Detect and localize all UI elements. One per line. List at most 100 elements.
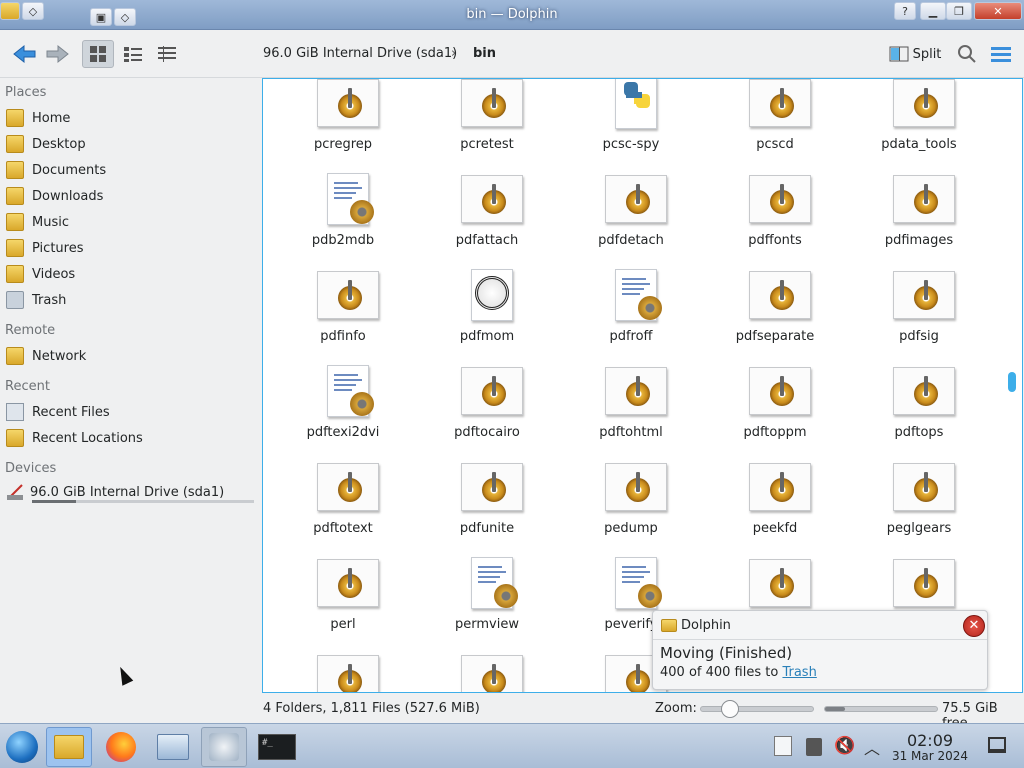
sidebar-item-downloads[interactable]: Downloads [6, 185, 103, 207]
file-item[interactable]: pdfmom [417, 267, 557, 363]
close-button[interactable]: ✕ [974, 2, 1022, 20]
taskbar-dolphin[interactable] [201, 727, 247, 767]
devices-heading: Devices [5, 461, 57, 476]
recent-locations-icon [6, 429, 24, 447]
clock-time[interactable]: 02:09 [892, 731, 968, 750]
executable-icon [887, 171, 955, 227]
maximize-button[interactable]: ❐ [946, 2, 972, 20]
forward-button[interactable] [42, 40, 74, 68]
scrollbar-thumb[interactable] [1008, 372, 1016, 392]
file-name: pdata_tools [881, 137, 957, 152]
notification-divider [653, 639, 987, 640]
file-item[interactable]: pdftocairo [417, 363, 557, 459]
volume-muted-icon[interactable]: 🔇 [834, 736, 855, 756]
trash-link[interactable]: Trash [782, 665, 816, 680]
notification-popup[interactable]: Dolphin ✕ Moving (Finished) 400 of 400 f… [652, 610, 988, 690]
taskbar-settings[interactable] [150, 727, 196, 767]
executable-icon [599, 363, 667, 419]
file-item[interactable]: pdftoppm [705, 363, 845, 459]
help-button[interactable]: ? [894, 2, 916, 20]
documents-folder-icon [6, 161, 24, 179]
file-name: peglgears [886, 521, 952, 536]
file-name: pdfattach [455, 233, 519, 248]
file-item[interactable]: pdfinfo [273, 267, 413, 363]
file-item[interactable] [417, 651, 557, 692]
file-item[interactable] [273, 651, 413, 692]
file-item[interactable]: pcretest [417, 79, 557, 171]
taskbar-file-manager[interactable] [46, 727, 92, 767]
tray-expand-icon[interactable]: ︿ [864, 735, 880, 759]
executable-icon [887, 459, 955, 515]
sidebar-item-recent-locations[interactable]: Recent Locations [6, 427, 143, 449]
file-item[interactable]: permview [417, 555, 557, 651]
sidebar-item-label: Videos [32, 266, 76, 282]
start-button[interactable] [0, 727, 44, 767]
back-button[interactable] [8, 40, 40, 68]
file-item[interactable]: pdfattach [417, 171, 557, 267]
sidebar-item-documents[interactable]: Documents [6, 159, 106, 181]
file-item[interactable]: pdftotext [273, 459, 413, 555]
file-name: pdfsig [899, 329, 939, 344]
sidebar-item-home[interactable]: Home [6, 107, 70, 129]
split-button[interactable]: Split [886, 40, 944, 68]
taskbar-firefox[interactable] [98, 727, 144, 767]
clipboard-icon[interactable] [774, 736, 792, 756]
script-icon [599, 267, 663, 323]
file-item[interactable]: peglgears [849, 459, 989, 555]
file-item[interactable]: pdfroff [561, 267, 701, 363]
file-name: pdfseparate [735, 329, 815, 344]
file-name: pdfroff [609, 329, 653, 344]
executable-icon [599, 171, 667, 227]
file-item[interactable]: peekfd [705, 459, 845, 555]
details-view-button[interactable] [152, 40, 182, 68]
zoom-slider[interactable] [700, 700, 814, 718]
status-summary: 4 Folders, 1,811 Files (527.6 MiB) [263, 701, 480, 716]
file-item[interactable]: pdftohtml [561, 363, 701, 459]
file-name: pdffonts [748, 233, 802, 248]
battery-icon[interactable] [806, 738, 822, 756]
file-item[interactable]: pdfseparate [705, 267, 845, 363]
file-name: peekfd [752, 521, 798, 536]
icons-view-button[interactable] [82, 40, 114, 68]
show-desktop-icon[interactable] [988, 737, 1006, 753]
firefox-icon [106, 732, 136, 762]
notification-body-text: 400 of 400 files to [660, 665, 779, 680]
file-view[interactable]: pcregrep pcretest pcsc-spy pcscd pdata_tools… [262, 78, 1023, 693]
file-item[interactable]: pdb2mdb [273, 171, 413, 267]
icons-view-icon [90, 46, 106, 62]
file-item[interactable]: pcscd [705, 79, 845, 171]
sidebar-item-desktop[interactable]: Desktop [6, 133, 86, 155]
file-item[interactable]: pcregrep [273, 79, 413, 171]
breadcrumb-drive[interactable]: 96.0 GiB Internal Drive (sda1) [263, 46, 457, 61]
sidebar-item-recent-files[interactable]: Recent Files [6, 401, 110, 423]
file-item[interactable]: pedump [561, 459, 701, 555]
file-item[interactable]: pdata_tools [849, 79, 989, 171]
file-item[interactable]: pcsc-spy [561, 79, 701, 171]
breadcrumb-current[interactable]: bin [473, 46, 496, 61]
file-item[interactable]: perl [273, 555, 413, 651]
network-folder-icon [6, 347, 24, 365]
sidebar-item-trash[interactable]: Trash [6, 289, 66, 311]
taskbar-terminal[interactable]: #_ [254, 727, 300, 767]
close-notification-button[interactable]: ✕ [963, 615, 985, 637]
search-button[interactable] [954, 40, 980, 68]
sidebar-item-label: Pictures [32, 240, 84, 256]
file-item[interactable]: pdfsig [849, 267, 989, 363]
file-item[interactable]: pdfdetach [561, 171, 701, 267]
compact-view-button[interactable] [118, 40, 148, 68]
menu-button[interactable] [988, 40, 1014, 68]
minimize-button[interactable]: ▁ [920, 2, 946, 20]
zoom-slider-handle[interactable] [720, 700, 739, 718]
file-item[interactable]: pdfimages [849, 171, 989, 267]
executable-icon [743, 459, 811, 515]
sidebar-item-music[interactable]: Music [6, 211, 69, 233]
file-item[interactable]: pdfunite [417, 459, 557, 555]
file-item[interactable]: pdftops [849, 363, 989, 459]
file-item[interactable]: pdffonts [705, 171, 845, 267]
sidebar-item-videos[interactable]: Videos [6, 263, 75, 285]
sidebar-item-pictures[interactable]: Pictures [6, 237, 83, 259]
space-usage-bar [824, 706, 938, 712]
sidebar-item-label: Music [32, 214, 69, 230]
sidebar-item-network[interactable]: Network [6, 345, 86, 367]
file-item[interactable]: pdftexi2dvi [273, 363, 413, 459]
